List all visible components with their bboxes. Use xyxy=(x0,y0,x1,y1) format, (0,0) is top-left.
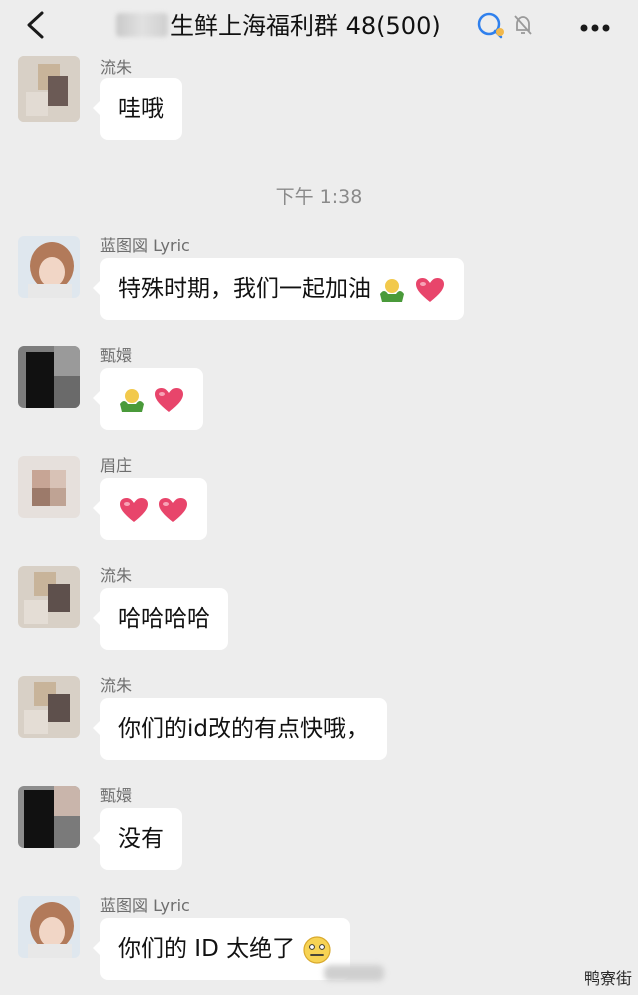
chevron-left-icon[interactable] xyxy=(24,10,46,40)
message-text: 哇哦 xyxy=(118,96,164,122)
avatar[interactable] xyxy=(18,346,80,408)
avatar[interactable] xyxy=(18,896,80,958)
message-text: 哈哈哈哈 xyxy=(118,606,210,632)
sender-name: 蓝图図 Lyric xyxy=(100,236,190,255)
message-bubble[interactable]: 你们的id改的有点快哦， xyxy=(93,698,387,760)
avatar-mosaic-icon xyxy=(18,456,80,518)
chat-title: 生鲜上海福利群 48(500) xyxy=(116,6,441,46)
message-text: 你们的 ID 太绝了 xyxy=(118,936,296,962)
message-bubble[interactable]: 哇哦 xyxy=(93,78,182,140)
sender-name: 甄嬛 xyxy=(100,346,133,365)
watermark: 鸭寮街 xyxy=(583,969,632,988)
avatar-photo-icon xyxy=(18,896,80,958)
message-bubble[interactable] xyxy=(92,368,204,430)
message-bubble[interactable]: 没有 xyxy=(93,808,182,870)
avatar[interactable] xyxy=(18,56,80,122)
bell-muted-icon xyxy=(514,15,532,35)
more-dots-icon[interactable] xyxy=(580,24,610,32)
sender-name: 流朱 xyxy=(100,58,133,77)
avatar-mosaic-icon xyxy=(18,346,80,408)
message-text: 你们的id改的有点快哦， xyxy=(118,716,369,742)
heart-emoji-icon xyxy=(120,497,148,522)
muscle-emoji-icon xyxy=(120,388,144,412)
top-bar: 生鲜上海福利群 48(500) xyxy=(0,0,638,54)
heart-emoji-icon xyxy=(155,387,184,412)
avatar-mosaic-icon xyxy=(18,566,80,628)
avatar-mosaic-icon xyxy=(18,676,80,738)
avatar[interactable] xyxy=(18,456,80,518)
message-bubble[interactable]: 特殊时期，我们一起加油 xyxy=(93,258,464,320)
sender-name: 流朱 xyxy=(100,566,133,585)
heart-emoji-icon xyxy=(159,497,188,522)
avatar[interactable] xyxy=(18,786,80,848)
message-bubble[interactable] xyxy=(92,478,208,540)
message-text: 特殊时期，我们一起加油 xyxy=(118,276,371,302)
message-bubble[interactable]: 哈哈哈哈 xyxy=(93,588,228,650)
sender-name: 甄嬛 xyxy=(100,786,133,805)
sender-name: 眉庄 xyxy=(100,456,133,475)
bottom-redaction xyxy=(324,965,384,981)
avatar-mosaic-icon xyxy=(18,786,80,848)
sender-name: 流朱 xyxy=(100,676,133,695)
avatar-mosaic-icon xyxy=(18,56,80,122)
avatar[interactable] xyxy=(18,566,80,628)
awkward-smile-emoji-icon xyxy=(303,935,332,964)
avatar[interactable] xyxy=(18,676,80,738)
avatar-photo-icon xyxy=(18,236,80,298)
timestamp: 下午 1:38 xyxy=(275,186,363,208)
avatar[interactable] xyxy=(18,236,80,298)
message-bubble[interactable]: 你们的 ID 太绝了 xyxy=(92,918,351,980)
title-redaction xyxy=(116,13,168,37)
sender-name: 蓝图図 Lyric xyxy=(100,896,190,915)
muscle-emoji-icon xyxy=(380,278,405,302)
message-text: 没有 xyxy=(118,826,164,852)
heart-emoji-icon xyxy=(415,277,444,302)
chat-bubble-icon xyxy=(477,12,504,39)
